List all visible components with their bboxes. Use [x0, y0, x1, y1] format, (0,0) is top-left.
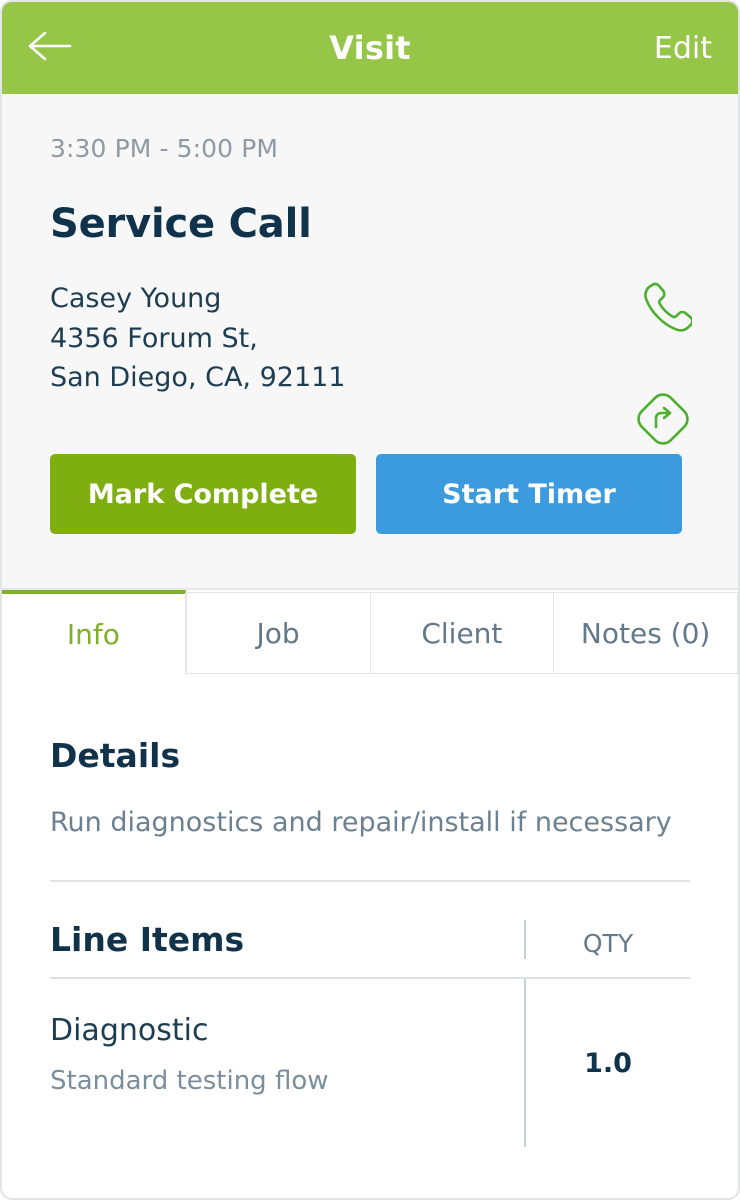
tab-content-info: Details Run diagnostics and repair/insta… — [2, 736, 738, 1147]
qty-column-header: QTY — [524, 920, 690, 959]
line-item-name: Diagnostic — [50, 1013, 209, 1048]
details-text: Run diagnostics and repair/install if ne… — [50, 807, 672, 838]
address-line-1: 4356 Forum St, — [50, 322, 258, 354]
client-address-block: Casey Young 4356 Forum St, San Diego, CA… — [50, 279, 690, 398]
tab-notes[interactable]: Notes (0) — [554, 592, 738, 674]
app-screen: Visit Edit 3:30 PM - 5:00 PM Service Cal… — [0, 0, 740, 1200]
get-directions-button[interactable] — [632, 390, 694, 452]
primary-actions: Mark Complete Start Timer — [50, 454, 690, 535]
line-items-heading: Line Items — [50, 920, 245, 959]
tab-job-label: Job — [256, 616, 300, 650]
line-item-qty: 1.0 — [524, 979, 690, 1147]
tab-client[interactable]: Client — [370, 592, 555, 674]
back-button[interactable] — [28, 25, 74, 71]
details-heading: Details — [50, 736, 181, 775]
visit-summary-card: 3:30 PM - 5:00 PM Service Call Casey You… — [2, 94, 738, 590]
section-divider — [50, 880, 690, 882]
mark-complete-button[interactable]: Mark Complete — [50, 454, 356, 535]
call-client-button[interactable] — [632, 276, 694, 338]
address-line-2: San Diego, CA, 92111 — [50, 362, 346, 394]
tab-info[interactable]: Info — [2, 590, 186, 674]
tab-bar: Info Job Client Notes (0) — [2, 590, 738, 674]
start-timer-button[interactable]: Start Timer — [376, 454, 682, 535]
visit-time-range: 3:30 PM - 5:00 PM — [50, 134, 279, 163]
tab-job[interactable]: Job — [185, 592, 371, 674]
line-items-header: Line Items QTY — [50, 920, 690, 979]
page-title: Visit — [329, 29, 411, 67]
visit-type-title: Service Call — [50, 201, 312, 247]
app-header-bar: Visit Edit — [2, 2, 738, 94]
tab-info-label: Info — [66, 617, 120, 651]
line-item-description: Standard testing flow — [50, 1066, 329, 1096]
quick-actions — [632, 276, 694, 452]
phone-icon — [634, 276, 694, 338]
navigate-arrow-icon — [634, 390, 692, 452]
table-row[interactable]: Diagnostic Standard testing flow 1.0 — [50, 979, 690, 1147]
edit-button[interactable]: Edit — [654, 31, 712, 66]
tab-notes-label: Notes (0) — [580, 616, 711, 650]
line-item-info: Diagnostic Standard testing flow — [50, 979, 524, 1147]
client-name: Casey Young — [50, 283, 222, 314]
tab-client-label: Client — [421, 616, 503, 650]
arrow-left-icon — [28, 31, 72, 65]
